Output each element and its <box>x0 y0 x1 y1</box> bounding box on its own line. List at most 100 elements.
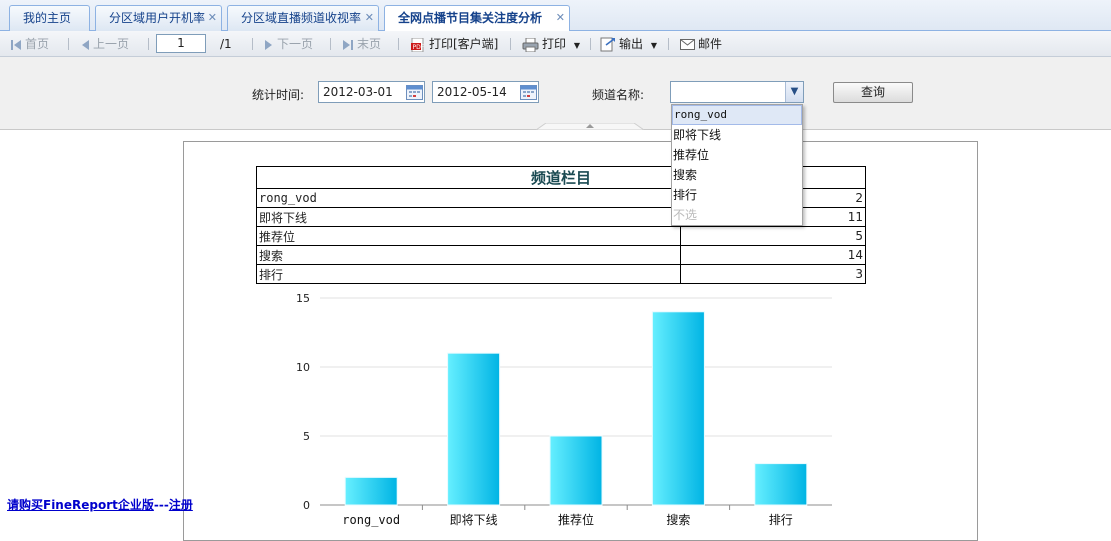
tab-label: 分区域直播频道收视率 <box>241 11 362 25</box>
tab-bar: 我的主页 分区域用户开机率 ✕ 分区域直播频道收视率 ✕ 全网点播节目集关注度分… <box>0 0 1111 32</box>
channel-label: 频道名称: <box>592 88 645 102</box>
x-tick-label: 排行 <box>769 513 793 527</box>
channel-select[interactable]: ▼ <box>670 81 804 103</box>
last-page-icon <box>343 39 353 50</box>
toolbar-separator <box>668 38 669 50</box>
channel-dropdown-list: rong_vod 即将下线 推荐位 搜索 排行 不选 <box>671 104 803 226</box>
export-label: 输出 <box>619 37 644 51</box>
close-icon[interactable]: ✕ <box>365 6 374 30</box>
next-page-button[interactable]: 下一页 <box>264 35 313 53</box>
end-date-value: 2012-05-14 <box>437 85 507 99</box>
report-toolbar: 首页 上一页 1 /1 下一页 末页 PDF 打印[客户端] 打印 ▼ 输出 ▼ … <box>0 31 1111 57</box>
page-number-input[interactable]: 1 <box>156 34 206 53</box>
dropdown-option[interactable]: 搜索 <box>672 165 802 185</box>
calendar-icon[interactable] <box>520 84 537 100</box>
tab-label: 我的主页 <box>23 11 72 25</box>
tab-region-boot-rate[interactable]: 分区域用户开机率 ✕ <box>95 5 222 31</box>
print-menu-button[interactable]: 打印 ▼ <box>522 35 580 53</box>
row-name: 搜索 <box>256 245 681 265</box>
x-tick-label: rong_vod <box>342 513 400 527</box>
row-value: 5 <box>680 226 866 246</box>
table-row: 排行 3 <box>256 264 866 284</box>
first-page-icon <box>11 39 21 50</box>
bar-chart: 0 5 10 15 rong_vod 即将下线 推荐位 搜索 排行 <box>296 292 832 527</box>
chevron-down-icon: ▼ <box>573 41 580 50</box>
export-menu-button[interactable]: 输出 ▼ <box>600 35 657 53</box>
x-tick-label: 搜索 <box>666 512 690 527</box>
x-tick-label: 即将下线 <box>450 513 498 527</box>
tab-label: 全网点播节目集关注度分析 <box>398 11 543 25</box>
mail-icon <box>680 39 695 50</box>
bar <box>754 463 808 506</box>
next-page-label: 下一页 <box>277 37 314 51</box>
buy-enterprise-link[interactable]: 请购买FineReport企业版 <box>7 498 154 512</box>
dropdown-option[interactable]: rong_vod <box>672 105 802 125</box>
print-client-label: 打印[客户端] <box>429 37 499 51</box>
promo-separator: --- <box>153 498 169 512</box>
svg-text:PDF: PDF <box>413 44 425 51</box>
row-name: 推荐位 <box>256 226 681 246</box>
bar <box>651 311 705 506</box>
toolbar-separator <box>398 38 399 50</box>
table-row: 搜索 14 <box>256 245 866 265</box>
tab-vod-attention-analysis[interactable]: 全网点播节目集关注度分析 ✕ <box>384 5 570 32</box>
page-total: /1 <box>220 37 232 51</box>
start-date-value: 2012-03-01 <box>323 85 393 99</box>
parameter-pane: 统计时间: 2012-03-01 2012-05-14 频道名称: ▼ 查询 <box>0 57 1111 130</box>
y-tick-label: 10 <box>296 361 310 374</box>
toolbar-separator <box>68 38 69 50</box>
query-button[interactable]: 查询 <box>833 82 913 103</box>
row-value: 3 <box>680 264 866 284</box>
dropdown-option[interactable]: 推荐位 <box>672 145 802 165</box>
first-page-button[interactable]: 首页 <box>10 35 49 53</box>
calendar-icon[interactable] <box>406 84 423 100</box>
pdf-print-icon: PDF <box>411 37 425 52</box>
dropdown-option[interactable]: 即将下线 <box>672 125 802 145</box>
mail-button[interactable]: 邮件 <box>680 35 722 53</box>
prev-page-label: 上一页 <box>93 37 130 51</box>
printer-icon <box>522 37 539 52</box>
register-link[interactable]: 注册 <box>169 498 193 512</box>
close-icon[interactable]: ✕ <box>208 6 217 30</box>
prev-page-icon <box>82 39 89 50</box>
row-name: 即将下线 <box>256 207 681 227</box>
start-date-field[interactable]: 2012-03-01 <box>318 81 425 103</box>
bar <box>344 476 398 506</box>
y-tick-label: 5 <box>303 430 310 443</box>
prev-page-button[interactable]: 上一页 <box>80 35 129 53</box>
print-client-button[interactable]: PDF 打印[客户端] <box>410 35 498 53</box>
toolbar-separator <box>510 38 511 50</box>
dropdown-option[interactable]: 排行 <box>672 185 802 205</box>
y-tick-label: 15 <box>296 292 310 305</box>
row-value: 14 <box>680 245 866 265</box>
dropdown-option[interactable]: 不选 <box>672 205 802 225</box>
y-tick-label: 0 <box>303 499 310 512</box>
close-icon[interactable]: ✕ <box>556 6 565 30</box>
toolbar-separator <box>148 38 149 50</box>
bar <box>447 352 501 506</box>
bar <box>549 435 603 506</box>
toolbar-separator <box>330 38 331 50</box>
last-page-button[interactable]: 末页 <box>342 35 381 53</box>
tab-region-live-rating[interactable]: 分区域直播频道收视率 ✕ <box>227 5 379 31</box>
x-tick-label: 推荐位 <box>558 512 594 527</box>
tab-label: 分区域用户开机率 <box>109 11 206 25</box>
tab-home[interactable]: 我的主页 <box>9 5 90 31</box>
table-row: 推荐位 5 <box>256 226 866 246</box>
toolbar-separator <box>252 38 253 50</box>
mail-label: 邮件 <box>698 37 723 51</box>
chevron-down-icon[interactable]: ▼ <box>785 82 803 102</box>
collapse-pane-handle[interactable] <box>536 123 644 130</box>
chevron-down-icon: ▼ <box>650 41 657 50</box>
export-icon <box>600 37 615 52</box>
print-label: 打印 <box>542 37 567 51</box>
row-name: 排行 <box>256 264 681 284</box>
time-label: 统计时间: <box>252 88 305 102</box>
next-page-icon <box>265 39 272 50</box>
end-date-field[interactable]: 2012-05-14 <box>432 81 539 103</box>
first-page-label: 首页 <box>25 37 50 51</box>
row-name: rong_vod <box>256 188 681 208</box>
last-page-label: 末页 <box>357 37 382 51</box>
toolbar-separator <box>590 38 591 50</box>
promo-bar: 请购买FineReport企业版---注册 <box>7 496 193 513</box>
